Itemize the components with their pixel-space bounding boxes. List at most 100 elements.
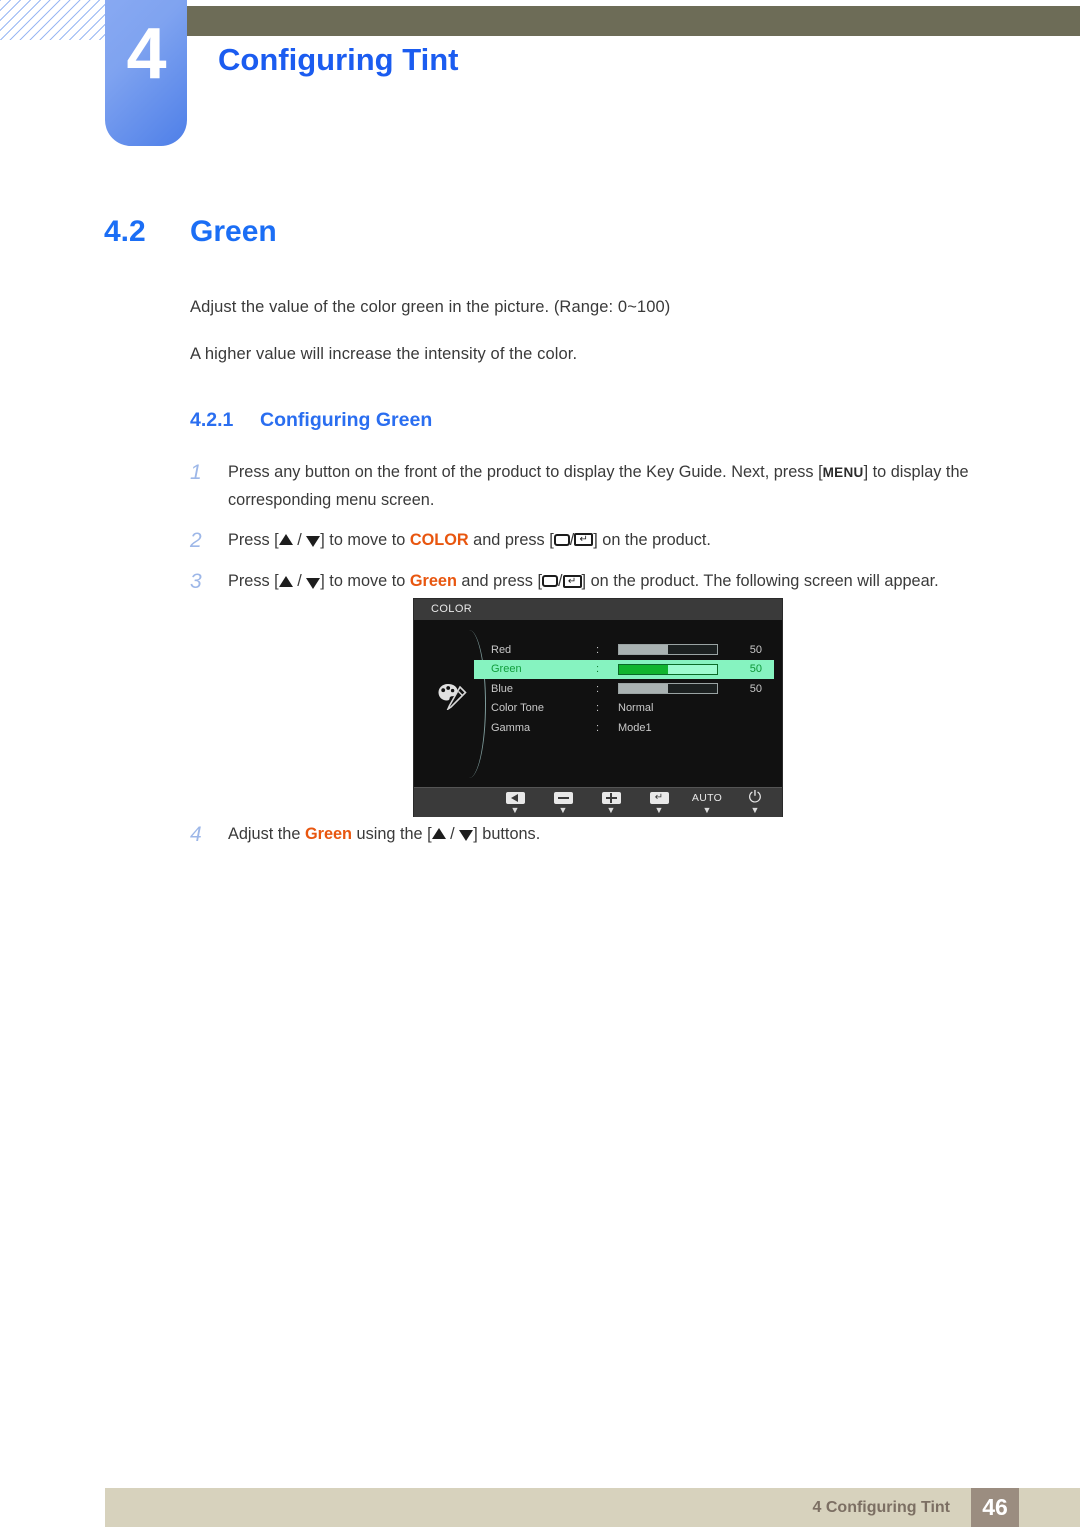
step-index: 1 bbox=[190, 461, 202, 484]
step-index: 3 bbox=[190, 570, 202, 594]
osd-row-colon: : bbox=[596, 663, 600, 676]
power-icon: ⏻ bbox=[748, 789, 762, 806]
keyword-green: Green bbox=[304, 825, 352, 843]
osd-slider-track[interactable] bbox=[618, 644, 718, 656]
osd-menu-screenshot: COLOR Red : 50 Green : 50 Blue: 50 Colo… bbox=[413, 598, 783, 817]
osd-key-enter[interactable]: ↵ ▼ bbox=[642, 791, 676, 815]
auto-label: AUTO bbox=[691, 792, 723, 804]
osd-row-colon: : bbox=[596, 702, 600, 715]
osd-key-guide-bar: ▼ ▼ ▼ ↵ ▼ AUTO ▼ ⏻ ▼ bbox=[414, 787, 782, 817]
chevron-down-icon: ▼ bbox=[606, 805, 616, 815]
osd-key-minus[interactable]: ▼ bbox=[546, 791, 580, 815]
osd-slider-fill bbox=[619, 645, 668, 655]
intro-paragraph-2: A higher value will increase the intensi… bbox=[190, 345, 578, 363]
osd-key-back[interactable]: ▼ bbox=[498, 791, 532, 815]
osd-row-label: Gamma bbox=[491, 721, 531, 734]
chapter-number: 4 bbox=[126, 14, 166, 94]
section-heading: 4.2 Green bbox=[104, 215, 277, 249]
enter-button-icon: ↵ bbox=[562, 574, 582, 588]
step-text-part-1: Press [ bbox=[228, 531, 279, 550]
footer-chapter-label: 4 Configuring Tint bbox=[812, 1499, 950, 1516]
osd-slider-value: 50 bbox=[749, 663, 762, 676]
osd-row-colon: : bbox=[596, 682, 600, 695]
step-text-part-1: Adjust the bbox=[228, 825, 305, 843]
osd-slider-track[interactable] bbox=[618, 683, 718, 695]
subsection-number: 4.2.1 bbox=[190, 409, 234, 431]
osd-key-list: ▼ ▼ ▼ ↵ ▼ AUTO ▼ ⏻ ▼ bbox=[498, 789, 772, 815]
osd-key-power[interactable]: ⏻ ▼ bbox=[738, 789, 772, 815]
osd-row-label: Blue bbox=[491, 682, 514, 695]
section-title: Green bbox=[190, 215, 277, 248]
header-olive-bar bbox=[185, 6, 1080, 36]
list-item: 3 Press [ / ] to move to Green and press… bbox=[190, 567, 1015, 596]
page-header: 4 Configuring Tint bbox=[0, 0, 1080, 160]
osd-row-label: Color Tone bbox=[491, 702, 544, 715]
step-body: Press any button on the front of the pro… bbox=[228, 458, 1015, 514]
intro-paragraph-1: Adjust the value of the color green in t… bbox=[190, 298, 671, 316]
osd-row-colon: : bbox=[596, 643, 600, 656]
step-body: Press [ / ] to move to COLOR and press [… bbox=[228, 526, 1015, 555]
arrow-down-icon bbox=[306, 536, 321, 548]
step-text-part-3: and press [ bbox=[468, 531, 554, 550]
osd-slider-fill bbox=[619, 664, 668, 674]
slash-separator: / bbox=[557, 572, 563, 591]
osd-row-value: Normal bbox=[618, 702, 654, 715]
osd-rows: Red : 50 Green : 50 Blue : 50 Color Tone… bbox=[474, 640, 774, 738]
subsection-heading: 4.2.1 Configuring Green bbox=[190, 409, 432, 432]
keyword-green: Green bbox=[409, 572, 457, 591]
section-number: 4.2 bbox=[104, 215, 146, 248]
chevron-down-icon: ▼ bbox=[558, 805, 568, 815]
chevron-down-icon: ▼ bbox=[510, 805, 520, 815]
arrow-up-icon bbox=[431, 828, 446, 840]
step-index: 4 bbox=[190, 823, 202, 846]
osd-slider-fill bbox=[619, 684, 668, 694]
subsection-title: Configuring Green bbox=[260, 409, 433, 431]
step-text-part-2: ] to move to bbox=[320, 531, 410, 550]
osd-row-red[interactable]: Red : 50 bbox=[474, 640, 774, 660]
chapter-tab: 4 bbox=[105, 0, 187, 146]
arrow-up-icon bbox=[278, 575, 293, 587]
chapter-title: Configuring Tint bbox=[218, 42, 459, 77]
osd-row-green[interactable]: Green : 50 bbox=[474, 659, 774, 679]
step-text-part-2: ] to move to bbox=[320, 572, 410, 591]
step-text-part-1: Press [ bbox=[228, 572, 279, 591]
osd-title: COLOR bbox=[414, 599, 782, 620]
osd-key-plus[interactable]: ▼ bbox=[594, 791, 628, 815]
source-button-icon bbox=[541, 575, 558, 588]
list-item: 2 Press [ / ] to move to COLOR and press… bbox=[190, 526, 1015, 555]
osd-row-color-tone[interactable]: Color Tone : Normal bbox=[474, 699, 774, 719]
step-text-part-2: using the [ bbox=[352, 825, 432, 843]
hatch-decoration bbox=[0, 0, 112, 40]
step-body: Press [ / ] to move to Green and press [… bbox=[228, 567, 1015, 596]
osd-row-colon: : bbox=[596, 721, 600, 734]
osd-row-value: Mode1 bbox=[618, 721, 652, 734]
list-item: 4 Adjust the Green using the [ / ] butto… bbox=[190, 820, 1015, 849]
slash-separator: / bbox=[292, 572, 307, 591]
steps-list: 1 Press any button on the front of the p… bbox=[190, 458, 1015, 609]
step-text-part-1: Press any button on the front of the pro… bbox=[228, 463, 823, 481]
footer-page-number: 46 bbox=[971, 1488, 1019, 1527]
chevron-down-icon: ▼ bbox=[750, 805, 760, 815]
osd-key-auto[interactable]: AUTO ▼ bbox=[690, 791, 724, 815]
chevron-down-icon: ▼ bbox=[654, 805, 664, 815]
osd-body: Red : 50 Green : 50 Blue : 50 Color Tone… bbox=[414, 620, 782, 787]
step-text-part-4: ] on the product. bbox=[593, 531, 711, 550]
osd-slider-track[interactable] bbox=[618, 663, 718, 675]
arrow-down-icon bbox=[306, 577, 321, 589]
osd-slider-value: 50 bbox=[749, 682, 762, 695]
step-text-part-4: ] on the product. The following screen w… bbox=[581, 572, 939, 591]
enter-icon: ↵ bbox=[642, 791, 676, 805]
steps-list-continued: 4 Adjust the Green using the [ / ] butto… bbox=[190, 820, 1015, 861]
step-text-part-3: and press [ bbox=[456, 572, 542, 591]
osd-row-blue[interactable]: Blue : 50 bbox=[474, 679, 774, 699]
list-item: 1 Press any button on the front of the p… bbox=[190, 458, 1015, 514]
minus-icon bbox=[546, 791, 580, 805]
osd-row-label: Green bbox=[491, 663, 522, 676]
osd-row-gamma[interactable]: Gamma : Mode1 bbox=[474, 718, 774, 738]
menu-key-label: MENU bbox=[822, 465, 864, 480]
keyword-color: COLOR bbox=[409, 531, 469, 550]
arrow-down-icon bbox=[459, 830, 474, 842]
osd-slider-value: 50 bbox=[749, 643, 762, 656]
slash-separator: / bbox=[292, 531, 307, 550]
source-button-icon bbox=[553, 533, 570, 546]
